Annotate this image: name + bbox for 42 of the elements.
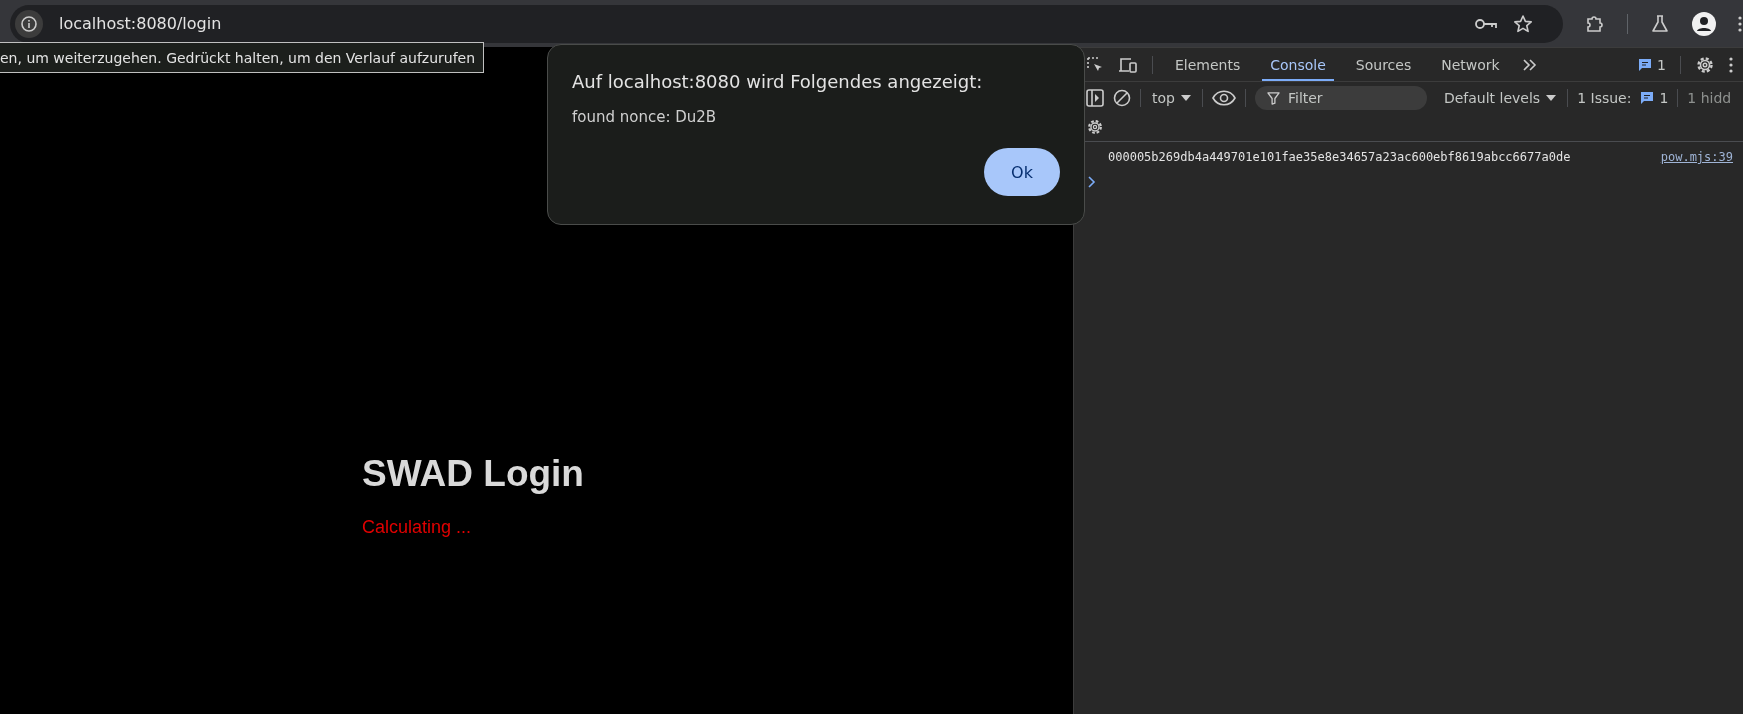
address-text: localhost:8080/login [59, 14, 222, 33]
devtools-tab[interactable]: Sources [1347, 48, 1420, 81]
message-icon[interactable] [1638, 57, 1653, 72]
issues-count[interactable]: 1 [1659, 89, 1669, 106]
message-icon[interactable] [1640, 90, 1655, 105]
chevrons-icon[interactable] [1521, 57, 1538, 72]
console-message: 000005b269db4a449701e101fae35e8e34657a23ac600ebf8619abcc6677a0de [1108, 150, 1571, 164]
avatar-icon[interactable] [1692, 11, 1716, 36]
tooltip: en, um weiterzugehen. Gedrückt halten, um den Verlauf aufzurufen [0, 42, 485, 73]
caret-icon [1546, 94, 1557, 101]
dialog-message: found nonce: Du2B [572, 108, 718, 126]
sidebar-icon[interactable] [1086, 88, 1104, 107]
address-bar[interactable]: localhost:8080/login [10, 4, 1563, 43]
device-icon[interactable] [1118, 55, 1138, 74]
eye-icon[interactable] [1211, 89, 1236, 106]
messages-count[interactable]: 1 [1657, 56, 1666, 73]
info-icon[interactable] [15, 9, 43, 38]
clear-icon[interactable] [1113, 88, 1131, 107]
source-link[interactable]: pow.mjs:39 [1660, 150, 1733, 164]
funnel-icon [1266, 91, 1280, 105]
menu-icon[interactable] [1738, 15, 1742, 32]
settings-icon[interactable] [1695, 54, 1715, 75]
settings-icon[interactable] [1086, 118, 1104, 136]
devtools-tab[interactable]: Console [1262, 48, 1334, 81]
dialog-title: Auf localhost:8080 wird Folgendes angezeigt: [572, 71, 984, 92]
key-icon[interactable] [1475, 17, 1497, 30]
star-icon[interactable] [1513, 13, 1533, 34]
more-icon[interactable] [1729, 56, 1733, 73]
caret-icon [1180, 94, 1191, 101]
issues-label: 1 Issue: [1577, 89, 1632, 106]
hidden-count: 1 hidd [1687, 89, 1732, 106]
status-text: Calculating ... [362, 517, 473, 538]
puzzle-icon[interactable] [1585, 13, 1605, 34]
levels-dropdown[interactable]: Default levels [1441, 89, 1559, 106]
ok-button[interactable]: Ok [984, 148, 1060, 196]
filter-field[interactable]: Filter [1254, 85, 1427, 110]
flask-icon[interactable] [1650, 13, 1670, 34]
prompt-icon[interactable] [1088, 176, 1096, 188]
context-dropdown[interactable]: top [1150, 89, 1193, 106]
page-heading: SWAD Login [362, 453, 585, 495]
devtools-tab[interactable]: Network [1433, 48, 1508, 81]
devtools-tab[interactable]: Elements [1167, 48, 1249, 81]
